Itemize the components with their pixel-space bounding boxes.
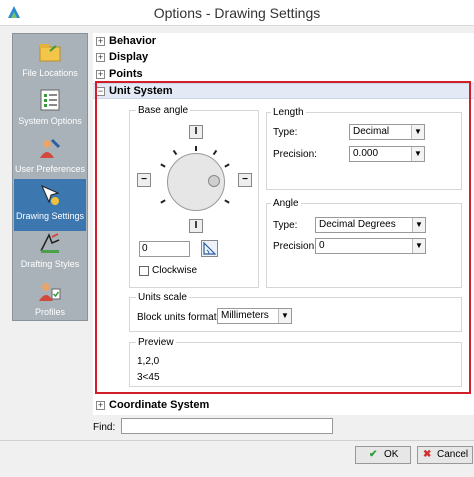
- chevron-down-icon: ▼: [412, 239, 425, 253]
- group-title: Units scale: [136, 292, 189, 303]
- angle-type-value: Decimal Degrees: [319, 219, 396, 230]
- expand-icon[interactable]: +: [96, 37, 105, 46]
- base-angle-input[interactable]: 0: [139, 241, 190, 257]
- window-title: Options - Drawing Settings: [153, 5, 321, 21]
- chevron-down-icon: ▼: [411, 125, 424, 139]
- user-preferences-icon: [40, 138, 61, 158]
- chevron-down-icon: ▼: [412, 218, 425, 232]
- ok-button[interactable]: ✔ OK: [355, 446, 411, 464]
- group-title: Preview: [136, 337, 176, 348]
- checkmark-icon: ✔: [369, 449, 378, 460]
- folder-icon: [39, 44, 61, 62]
- expand-icon[interactable]: +: [96, 53, 105, 62]
- block-units-select[interactable]: Millimeters ▼: [217, 308, 292, 324]
- title-bar: Options - Drawing Settings: [0, 0, 474, 26]
- profiles-icon: [39, 283, 61, 301]
- find-label: Find:: [93, 422, 116, 433]
- group-title: Angle: [271, 198, 301, 209]
- sidebar-item-label: Drawing Settings: [15, 211, 85, 221]
- length-precision-label: Precision:: [273, 149, 317, 160]
- section-label: Behavior: [109, 35, 157, 47]
- section-coordinate-system[interactable]: + Coordinate System: [93, 398, 474, 414]
- group-title: Base angle: [136, 105, 191, 116]
- sidebar-item-drafting-styles[interactable]: Drafting Styles: [14, 227, 86, 279]
- angle-type-select[interactable]: Decimal Degrees ▼: [315, 217, 426, 233]
- angle-type-label: Type:: [273, 220, 298, 231]
- length-precision-value: 0.000: [353, 148, 379, 159]
- section-label: Points: [109, 68, 143, 80]
- sidebar-item-label: User Preferences: [14, 164, 86, 174]
- section-label: Coordinate System: [109, 399, 210, 411]
- length-type-select[interactable]: Decimal ▼: [349, 124, 425, 140]
- angle-pick-icon[interactable]: [201, 240, 218, 257]
- drafting-styles-icon: [40, 233, 60, 253]
- angle-precision-value: 0: [319, 240, 325, 251]
- angle-270-button[interactable]: I: [189, 219, 203, 233]
- expand-icon[interactable]: +: [96, 70, 105, 79]
- angle-dial[interactable]: [167, 153, 225, 211]
- dial-knob[interactable]: [208, 175, 220, 187]
- angle-90-button[interactable]: I: [189, 125, 203, 139]
- preview-line-1: 1,2,0: [137, 356, 160, 367]
- sidebar-item-system-options[interactable]: System Options: [14, 84, 86, 136]
- preview-group: Preview: [129, 337, 462, 387]
- angle-0-button[interactable]: −: [238, 173, 252, 187]
- expand-icon[interactable]: +: [96, 401, 105, 410]
- section-display[interactable]: + Display: [93, 50, 474, 66]
- chevron-down-icon: ▼: [278, 309, 291, 323]
- block-units-label: Block units format:: [137, 312, 220, 323]
- sidebar-item-file-locations[interactable]: File Locations: [14, 36, 86, 88]
- sidebar-item-profiles[interactable]: Profiles: [14, 275, 86, 327]
- clockwise-label: Clockwise: [152, 265, 198, 276]
- section-label: Display: [109, 51, 149, 63]
- sidebar-item-label: System Options: [18, 116, 82, 126]
- preview-line-2: 3<45: [137, 372, 160, 383]
- footer-divider: [0, 440, 474, 441]
- cancel-label: Cancel: [437, 449, 469, 460]
- sidebar-item-label: File Locations: [22, 68, 78, 78]
- drawing-settings-icon: [41, 185, 60, 205]
- section-behavior[interactable]: + Behavior: [93, 34, 474, 50]
- group-title: Length: [271, 107, 306, 118]
- block-units-value: Millimeters: [221, 310, 269, 321]
- sidebar-item-label: Profiles: [34, 307, 65, 317]
- chevron-down-icon: ▼: [411, 147, 424, 161]
- length-type-label: Type:: [273, 127, 298, 138]
- checklist-icon: [40, 89, 60, 111]
- sidebar-item-user-preferences[interactable]: User Preferences: [14, 132, 86, 184]
- ok-label: OK: [384, 449, 399, 460]
- sidebar-item-label: Drafting Styles: [20, 259, 80, 269]
- options-sidebar: File Locations System Options User Prefe…: [12, 33, 88, 321]
- sidebar-item-drawing-settings[interactable]: Drawing Settings: [14, 179, 86, 231]
- clockwise-checkbox[interactable]: [139, 266, 149, 276]
- length-type-value: Decimal: [353, 126, 390, 137]
- find-row: Find:: [93, 418, 474, 436]
- angle-precision-select[interactable]: 0 ▼: [315, 238, 426, 254]
- cancel-button[interactable]: ✖ Cancel: [417, 446, 473, 464]
- angle-precision-label: Precision:: [273, 241, 317, 252]
- close-icon: ✖: [423, 449, 432, 460]
- length-precision-select[interactable]: 0.000 ▼: [349, 146, 425, 162]
- angle-180-button[interactable]: −: [137, 173, 151, 187]
- find-input[interactable]: [121, 418, 333, 434]
